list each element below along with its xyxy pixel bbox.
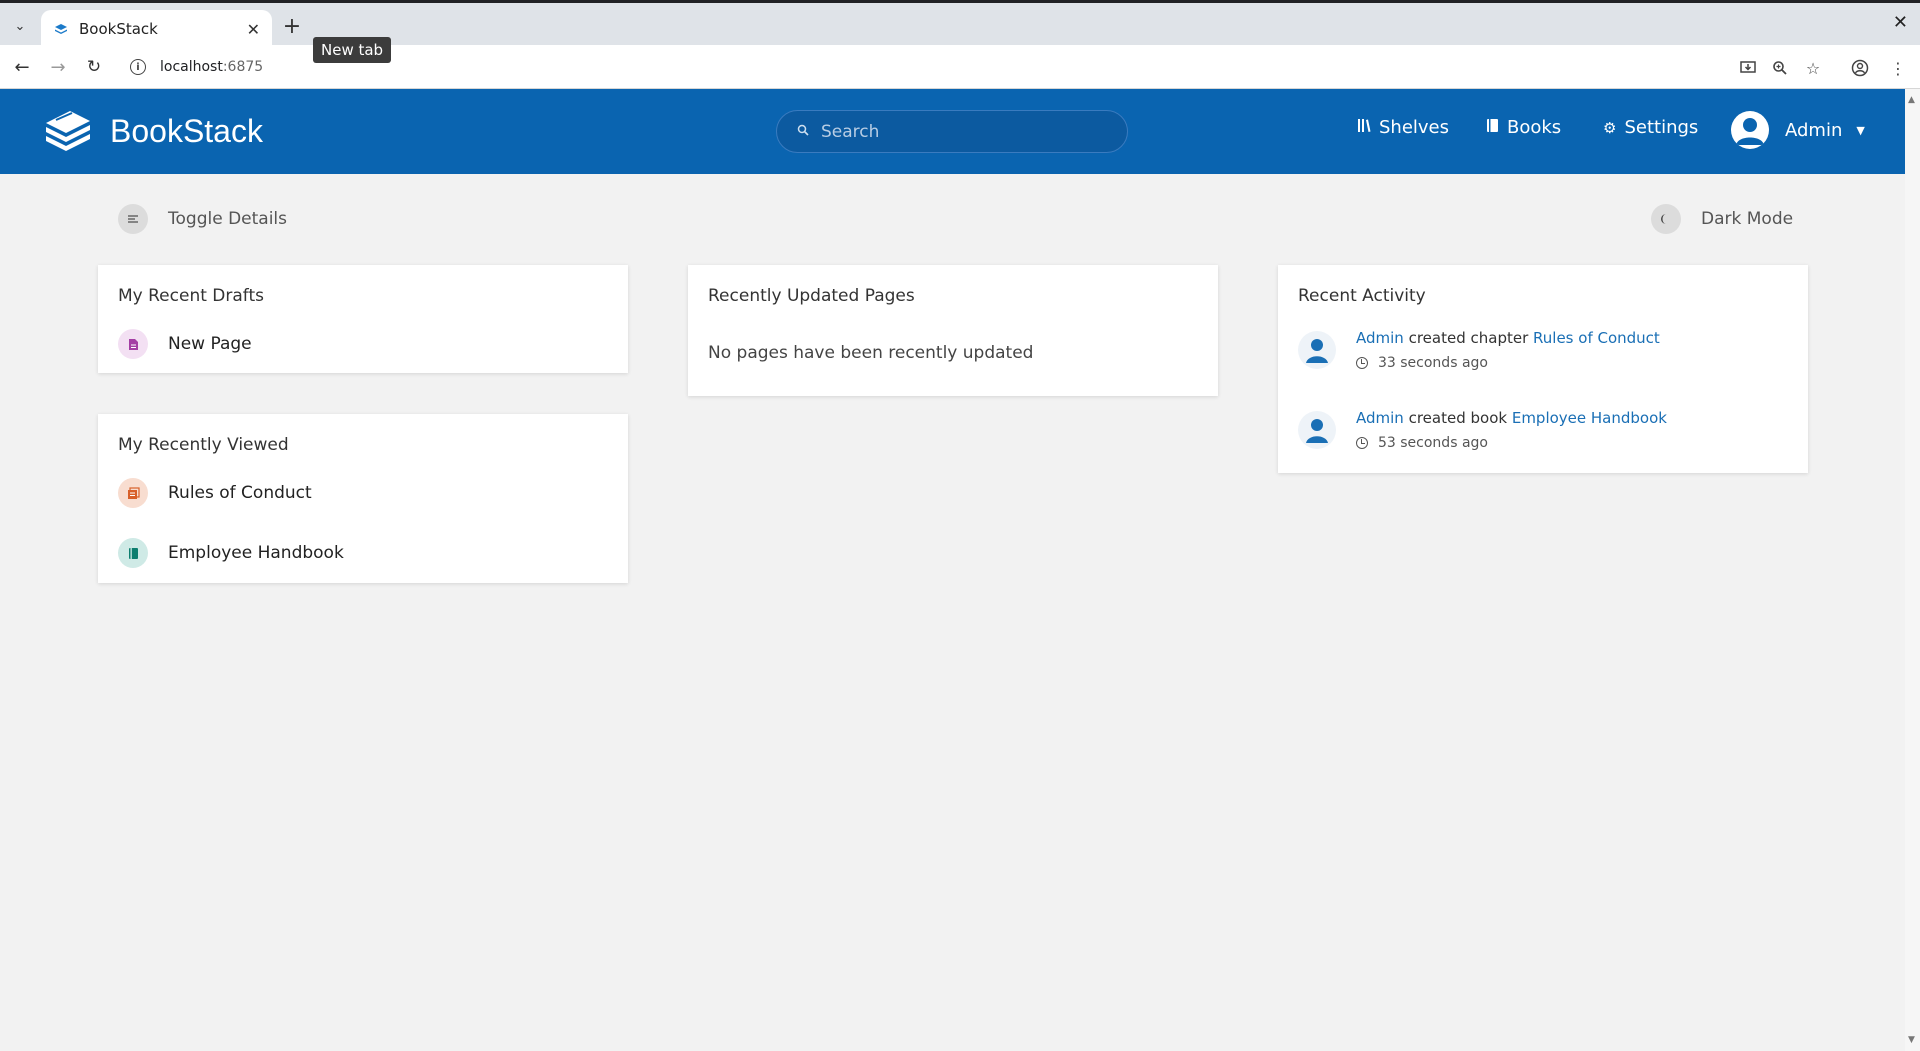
empty-state-text: No pages have been recently updated [708, 343, 1034, 363]
search-icon [797, 124, 809, 140]
address-url: localhost:6875 [160, 59, 263, 75]
activity-target-link[interactable]: Rules of Conduct [1533, 329, 1660, 347]
activity-time: 33 seconds ago [1378, 355, 1488, 371]
activity-text: Admin created chapter Rules of Conduct [1356, 329, 1660, 347]
reload-icon[interactable]: ↻ [80, 53, 108, 81]
avatar [1731, 111, 1769, 149]
books-icon [1486, 118, 1499, 137]
clock-icon [1356, 357, 1368, 369]
nav-settings[interactable]: ⚙ Settings [1603, 117, 1698, 138]
browser-toolbar: ← → ↻ i localhost:6875 ☆ ⋮ [0, 45, 1920, 89]
activity-text: Admin created book Employee Handbook [1356, 409, 1667, 427]
app-header: BookStack Shelves Books ⚙ Settings Admin… [0, 89, 1905, 174]
scroll-up-icon[interactable]: ▲ [1908, 95, 1915, 105]
toggle-details-button[interactable]: Toggle Details [118, 204, 287, 234]
new-tab-button[interactable]: + [278, 12, 306, 40]
activity-time: 53 seconds ago [1378, 435, 1488, 451]
avatar [1298, 411, 1336, 449]
browser-tabstrip: ⌄ BookStack ✕ + ✕ [0, 0, 1920, 48]
chapter-icon [118, 478, 148, 508]
scroll-down-icon[interactable]: ▼ [1908, 1035, 1915, 1045]
shelves-icon [1357, 118, 1371, 137]
bookstack-favicon-icon [55, 24, 67, 34]
activity-user-link[interactable]: Admin [1356, 409, 1404, 427]
site-info-icon[interactable]: i [130, 59, 146, 75]
bookmark-star-icon[interactable]: ☆ [1802, 57, 1824, 79]
list-item-label: Rules of Conduct [168, 483, 312, 503]
profile-icon[interactable] [1849, 57, 1871, 79]
back-arrow-icon[interactable]: ← [8, 53, 36, 81]
url-port: :6875 [222, 59, 264, 75]
activity-user-link[interactable]: Admin [1356, 329, 1404, 347]
gear-icon: ⚙ [1603, 118, 1617, 137]
bookstack-logo[interactable]: BookStack [42, 107, 263, 155]
user-menu[interactable]: Admin ▼ [1731, 111, 1865, 149]
activity-action: created book [1408, 409, 1508, 427]
recent-drafts-card: My Recent Drafts New Page [98, 265, 628, 373]
recent-activity-title: Recent Activity [1298, 286, 1426, 306]
nav-books[interactable]: Books [1486, 117, 1561, 138]
tab-list-chevron-icon[interactable]: ⌄ [5, 11, 35, 41]
recent-drafts-title: My Recent Drafts [118, 286, 264, 306]
activity-item: Admin created book Employee Handbook 53 … [1298, 409, 1667, 451]
toggle-details-label: Toggle Details [168, 209, 287, 229]
nav-shelves-label: Shelves [1379, 117, 1450, 138]
new-tab-tooltip: New tab [313, 37, 392, 63]
tab-title: BookStack [79, 20, 158, 38]
activity-action: created chapter [1408, 329, 1529, 347]
list-item[interactable]: Rules of Conduct [118, 478, 312, 508]
forward-arrow-icon[interactable]: → [44, 53, 72, 81]
recently-viewed-title: My Recently Viewed [118, 435, 289, 455]
recently-updated-card: Recently Updated Pages No pages have bee… [688, 265, 1218, 396]
avatar [1298, 331, 1336, 369]
list-item-label: Employee Handbook [168, 543, 344, 563]
user-name: Admin [1785, 119, 1843, 141]
list-item-label: New Page [168, 334, 252, 354]
url-host: localhost [160, 59, 223, 75]
clock-icon [1356, 437, 1368, 449]
search-input[interactable] [821, 121, 1081, 142]
app-name: BookStack [110, 112, 263, 149]
nav-settings-label: Settings [1624, 117, 1699, 138]
dark-mode-button[interactable]: Dark Mode [1651, 204, 1793, 234]
nav-shelves[interactable]: Shelves [1357, 117, 1449, 138]
activity-target-link[interactable]: Employee Handbook [1512, 409, 1667, 427]
book-icon [118, 538, 148, 568]
activity-timestamp: 33 seconds ago [1356, 355, 1660, 371]
toggle-details-icon [118, 204, 148, 234]
list-item[interactable]: Employee Handbook [118, 538, 344, 568]
page-icon [118, 329, 148, 359]
activity-timestamp: 53 seconds ago [1356, 435, 1667, 451]
zoom-icon[interactable] [1769, 57, 1791, 79]
recently-updated-title: Recently Updated Pages [708, 286, 915, 306]
page-scrollbar[interactable]: ▲ ▼ [1905, 89, 1920, 1051]
caret-down-icon: ▼ [1856, 123, 1865, 137]
list-item[interactable]: New Page [118, 329, 252, 359]
recent-activity-card: Recent Activity Admin created chapter Ru… [1278, 265, 1808, 473]
browser-tab-bookstack[interactable]: BookStack ✕ [41, 10, 272, 48]
dark-mode-icon [1651, 204, 1681, 234]
activity-item: Admin created chapter Rules of Conduct 3… [1298, 329, 1660, 371]
dark-mode-label: Dark Mode [1701, 209, 1794, 229]
nav-books-label: Books [1507, 117, 1562, 138]
recently-viewed-card: My Recently Viewed Rules of Conduct Empl… [98, 414, 628, 583]
search-box[interactable] [776, 110, 1128, 153]
tab-close-icon[interactable]: ✕ [247, 20, 260, 39]
browser-menu-icon[interactable]: ⋮ [1887, 57, 1909, 79]
bookstack-logo-icon [46, 111, 90, 151]
install-app-icon[interactable] [1737, 57, 1759, 79]
window-close-icon[interactable]: ✕ [1893, 12, 1908, 33]
